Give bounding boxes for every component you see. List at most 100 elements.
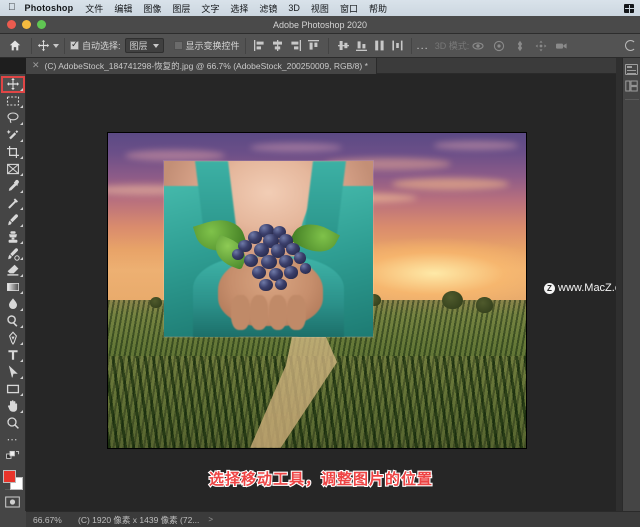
- zoom-tool[interactable]: [1, 414, 25, 431]
- crop-tool[interactable]: [1, 144, 25, 161]
- drag-3d-icon[interactable]: [511, 37, 528, 54]
- menubar-status-icons[interactable]: [624, 3, 635, 14]
- tree: [442, 290, 464, 310]
- foreground-color-swatch[interactable]: [2, 469, 16, 483]
- orbit-3d-icon[interactable]: [469, 37, 486, 54]
- more-options-button[interactable]: ...: [417, 40, 429, 52]
- grid-icon[interactable]: [624, 3, 635, 14]
- tool-flyout-indicator: [20, 122, 23, 126]
- align-right-edges-icon[interactable]: [287, 37, 304, 54]
- menu-item-file[interactable]: 文件: [85, 2, 103, 15]
- menu-item-3d[interactable]: 3D: [288, 3, 300, 13]
- frame-tool[interactable]: [1, 161, 25, 178]
- align-top-edges-icon[interactable]: [305, 37, 322, 54]
- align-bottom-edges-icon[interactable]: [353, 37, 370, 54]
- color-swatches[interactable]: [1, 469, 25, 490]
- move-tool[interactable]: [0, 76, 25, 93]
- history-brush-tool[interactable]: [1, 245, 25, 262]
- roll-3d-icon[interactable]: [490, 37, 507, 54]
- pen-tool[interactable]: [1, 330, 25, 347]
- document-tab[interactable]: ✕ (C) AdobeStock_184741298-恢复的.jpg @ 66.…: [26, 57, 377, 74]
- home-icon[interactable]: [4, 35, 26, 57]
- clone-stamp-tool[interactable]: [1, 228, 25, 245]
- tool-flyout-indicator: [20, 342, 23, 345]
- eraser-tool[interactable]: [1, 262, 25, 279]
- quick-selection-icon: [6, 129, 18, 140]
- document-tab-title: (C) AdobeStock_184741298-恢复的.jpg @ 66.7%…: [44, 60, 368, 71]
- canvas-stage[interactable]: 选择移动工具，调整图片的位置 Z www.MacZ.com: [26, 74, 616, 511]
- status-chevron-icon[interactable]: >: [208, 515, 213, 524]
- properties-panel-icon[interactable]: [625, 62, 639, 76]
- zoom-level[interactable]: 66.67%: [33, 515, 69, 525]
- close-button[interactable]: [7, 20, 16, 29]
- camera-3d-icon[interactable]: [553, 37, 570, 54]
- blur-tool[interactable]: [1, 296, 25, 313]
- brush-tool[interactable]: [1, 211, 25, 228]
- show-transform-checkbox[interactable]: [173, 41, 183, 50]
- clone-stamp-icon: [8, 230, 17, 243]
- hands-holding-grapes-photo[interactable]: [164, 161, 373, 337]
- align-horizontal-centers-icon[interactable]: [269, 37, 286, 54]
- document-info: (C) 1920 像素 x 1439 像素 (72...: [78, 514, 200, 525]
- distribute-spacing-icon[interactable]: [389, 37, 406, 54]
- workspace-icon[interactable]: [625, 40, 636, 51]
- menu-item-filter[interactable]: 滤镜: [259, 2, 277, 15]
- default-colors-button[interactable]: [1, 448, 25, 465]
- move-tool-icon: [6, 78, 19, 91]
- close-tab-icon[interactable]: ✕: [32, 61, 40, 70]
- divider: [410, 37, 412, 54]
- artboard[interactable]: [108, 133, 526, 448]
- align-left-edges-icon[interactable]: [251, 37, 268, 54]
- healing-brush-icon: [7, 198, 18, 209]
- hand-tool[interactable]: [1, 397, 25, 414]
- menu-item-image[interactable]: 图像: [143, 2, 161, 15]
- watermark: Z www.MacZ.com: [544, 282, 616, 294]
- tool-flyout-indicator: [20, 358, 23, 362]
- menu-item-window[interactable]: 窗口: [340, 2, 358, 15]
- tool-flyout-indicator: [20, 308, 23, 312]
- macz-badge-icon: Z: [544, 282, 555, 294]
- gradient-tool[interactable]: [1, 279, 25, 296]
- type-icon: [7, 350, 18, 360]
- quick-mask-button[interactable]: [1, 493, 25, 510]
- zoom-magnifier-icon: [6, 416, 19, 429]
- minimize-button[interactable]: [22, 20, 31, 29]
- rectangle-shape-icon: [6, 384, 19, 394]
- three-d-mode-buttons: [469, 37, 570, 54]
- apple-icon[interactable]: : [8, 3, 16, 13]
- quick-selection-tool[interactable]: [1, 127, 25, 144]
- menu-item-select[interactable]: 选择: [230, 2, 248, 15]
- menu-item-view[interactable]: 视图: [311, 2, 329, 15]
- lasso-tool[interactable]: [1, 110, 25, 127]
- zoom-button[interactable]: [37, 20, 46, 29]
- auto-select-label: 自动选择:: [82, 41, 121, 51]
- eyedropper-tool[interactable]: [1, 177, 25, 194]
- type-tool[interactable]: [1, 347, 25, 364]
- menu-item-layer[interactable]: 图层: [172, 2, 190, 15]
- chevron-down-icon[interactable]: [152, 43, 159, 48]
- spot-healing-brush-tool[interactable]: [1, 194, 25, 211]
- rectangle-tool[interactable]: [1, 380, 25, 397]
- rectangular-marquee-tool[interactable]: [1, 93, 25, 110]
- align-vertical-centers-icon[interactable]: [335, 37, 352, 54]
- distribute-vertical-centers-icon[interactable]: [371, 37, 388, 54]
- menu-item-edit[interactable]: 编辑: [114, 2, 132, 15]
- blur-droplet-icon: [8, 298, 17, 310]
- dodge-icon: [6, 315, 17, 327]
- photoshop-window:  Photoshop 文件 编辑 图像 图层 文字 选择 滤镜 3D 视图 窗…: [0, 0, 640, 527]
- chevron-down-icon[interactable]: [53, 43, 59, 48]
- auto-select-scope-select[interactable]: 图层: [124, 38, 164, 53]
- active-tool-chip[interactable]: [37, 39, 59, 52]
- edit-toolbar-button[interactable]: ⋯: [1, 431, 25, 448]
- move-tool-icon: [37, 39, 50, 52]
- tool-flyout-indicator: [20, 392, 23, 396]
- menubar-app-name[interactable]: Photoshop: [25, 3, 74, 13]
- menu-item-type[interactable]: 文字: [201, 2, 219, 15]
- hand-icon: [7, 399, 17, 412]
- layers-panel-icon[interactable]: [625, 79, 639, 93]
- dodge-tool[interactable]: [1, 313, 25, 330]
- menu-item-help[interactable]: 帮助: [369, 2, 387, 15]
- slide-3d-icon[interactable]: [532, 37, 549, 54]
- auto-select-checkbox[interactable]: [70, 39, 79, 50]
- path-selection-tool[interactable]: [1, 363, 25, 380]
